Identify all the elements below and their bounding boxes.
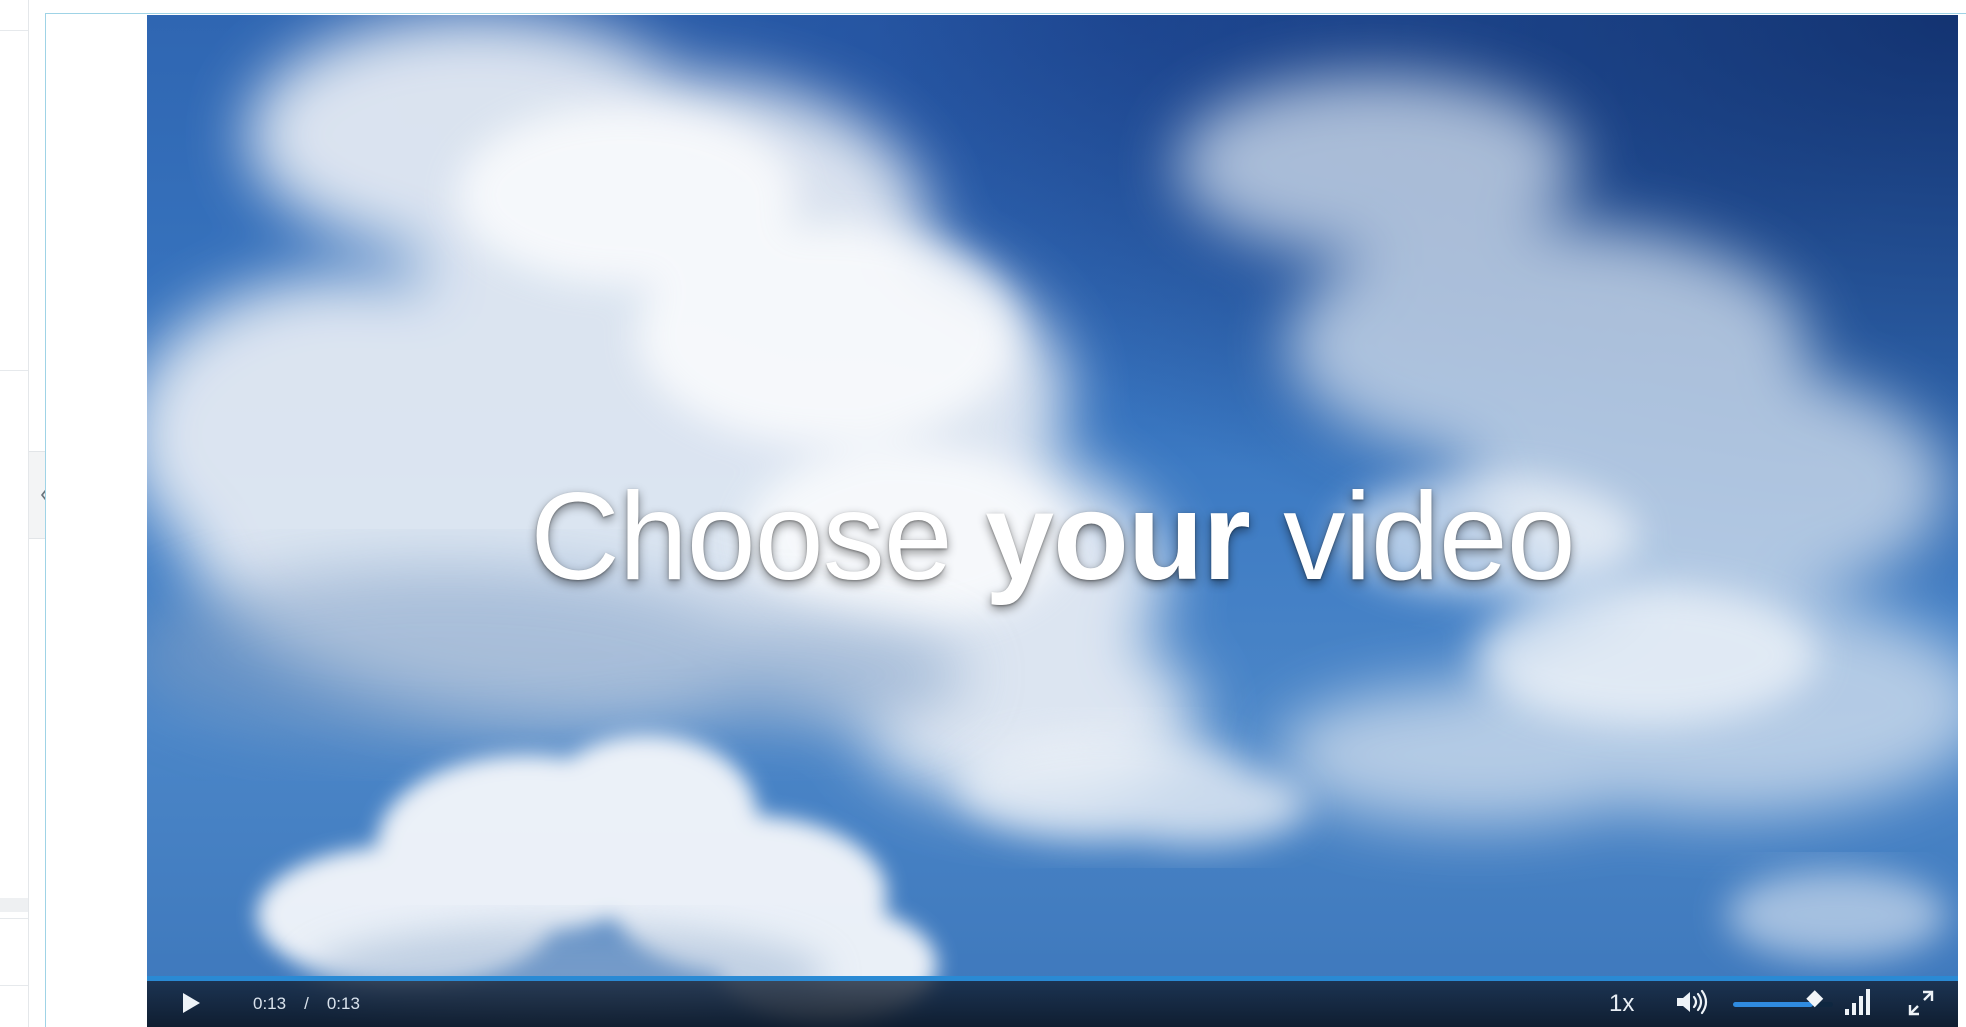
duration: 0:13 [326, 994, 360, 1013]
playback-speed-button[interactable]: 1x [1609, 990, 1634, 1018]
current-time: 0:13 [253, 994, 287, 1013]
left-sidebar [0, 0, 29, 1027]
quality-button[interactable] [1842, 987, 1872, 1022]
volume-icon [1675, 989, 1709, 1020]
sidebar-divider [0, 30, 28, 31]
sidebar-divider [0, 918, 28, 919]
page: Choose your video 0:13 / 0:13 1x [0, 0, 1966, 1027]
time-display: 0:13 / 0:13 [253, 994, 360, 1014]
video-title-overlay: Choose your video [147, 475, 1958, 599]
volume-slider[interactable] [1733, 990, 1833, 1008]
play-button[interactable] [177, 991, 205, 1019]
title-text-emphasis: your [985, 468, 1251, 606]
sidebar-band [0, 898, 28, 912]
sidebar-divider [0, 985, 28, 986]
play-icon [181, 992, 201, 1019]
sidebar-divider [0, 370, 28, 371]
mute-button[interactable] [1675, 989, 1709, 1020]
fullscreen-icon [1907, 989, 1935, 1022]
volume-slider-fill [1733, 1002, 1813, 1007]
fullscreen-button[interactable] [1907, 989, 1935, 1022]
time-separator: / [304, 994, 309, 1013]
control-bar: 0:13 / 0:13 1x [147, 981, 1958, 1027]
title-text-start: Choose [530, 468, 986, 606]
video-player[interactable]: Choose your video 0:13 / 0:13 1x [147, 15, 1958, 1027]
signal-bars-icon [1842, 987, 1872, 1022]
title-text-end: video [1249, 468, 1575, 606]
